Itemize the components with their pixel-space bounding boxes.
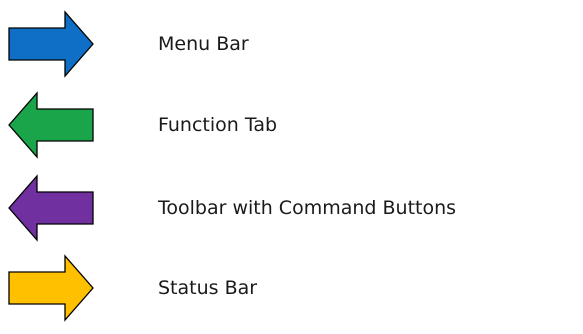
arrow-shape bbox=[8, 174, 94, 242]
legend-item-status-bar: Status Bar bbox=[0, 253, 583, 323]
legend-item-function-tab: Function Tab bbox=[0, 90, 583, 160]
arrow-shape bbox=[8, 10, 94, 78]
legend-item-toolbar: Toolbar with Command Buttons bbox=[0, 173, 583, 243]
left-arrow-icon bbox=[6, 173, 96, 243]
right-arrow-icon bbox=[6, 253, 96, 323]
legend-item-menu-bar: Menu Bar bbox=[0, 9, 583, 79]
legend-label: Toolbar with Command Buttons bbox=[158, 197, 457, 219]
legend-label: Menu Bar bbox=[158, 33, 249, 55]
arrow-legend: Menu Bar Function Tab Toolbar with Comma… bbox=[0, 0, 583, 334]
arrow-shape bbox=[8, 91, 94, 159]
right-arrow-icon bbox=[6, 9, 96, 79]
left-arrow-icon bbox=[6, 90, 96, 160]
legend-label: Status Bar bbox=[158, 277, 258, 299]
legend-label: Function Tab bbox=[158, 114, 278, 136]
arrow-shape bbox=[8, 254, 94, 322]
